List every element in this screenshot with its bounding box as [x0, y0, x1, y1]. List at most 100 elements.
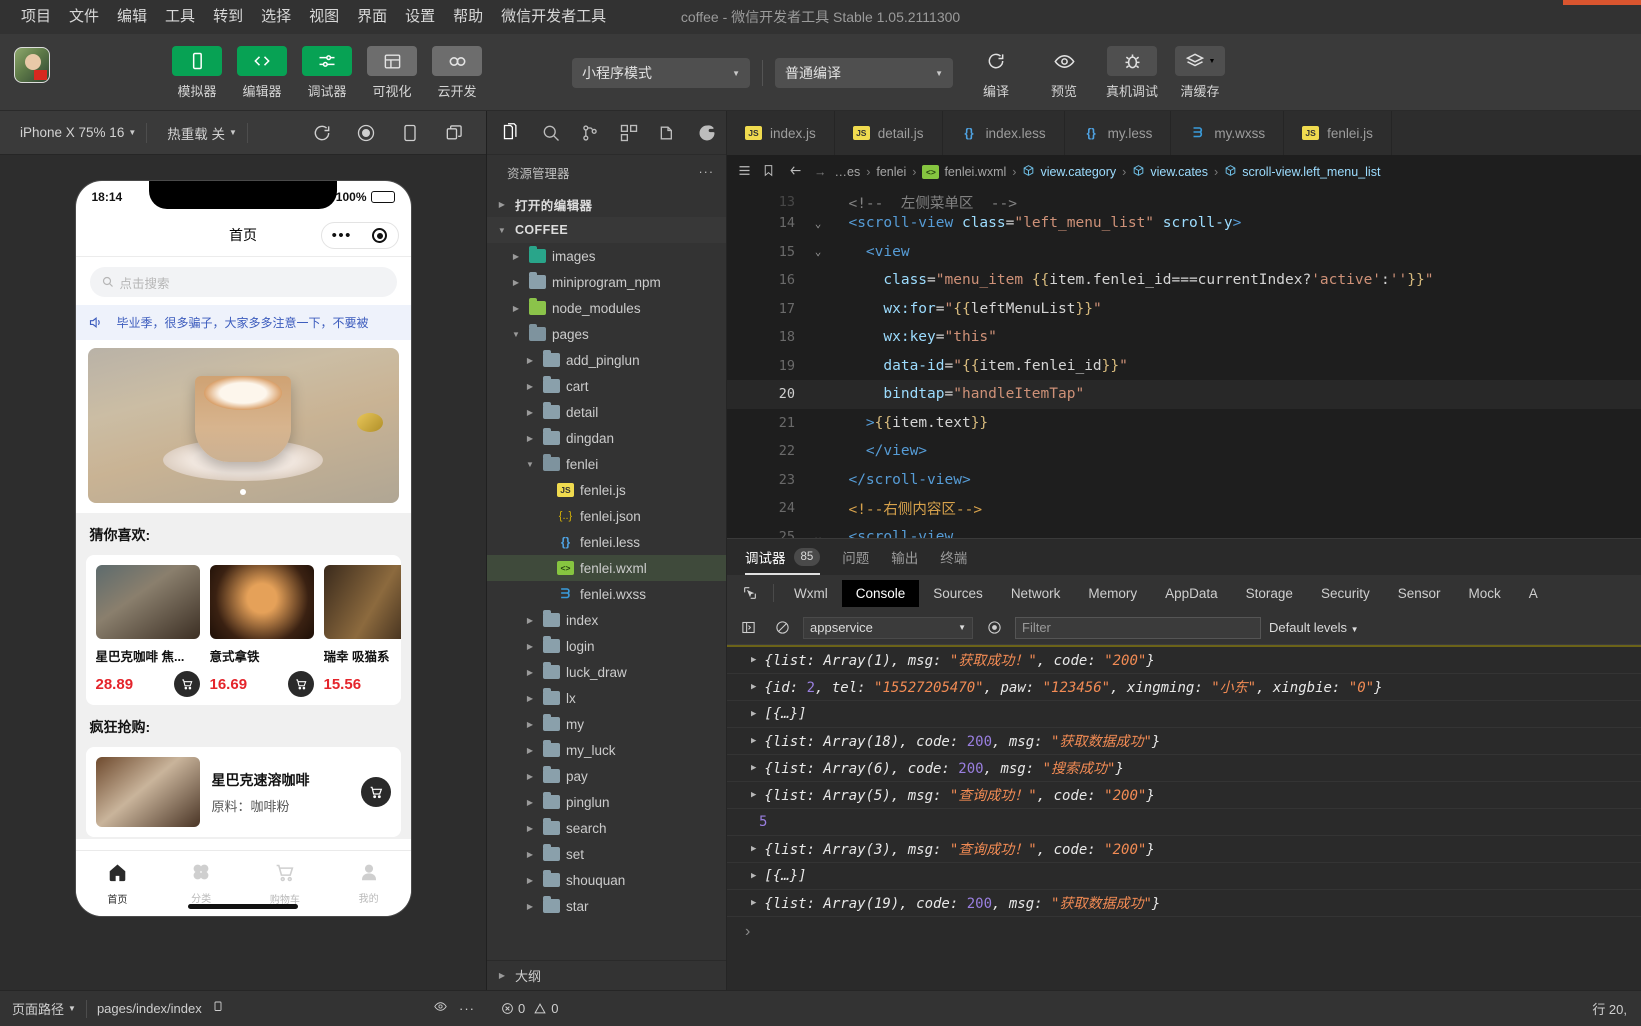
console-row[interactable]: ▶ {list: Array(19), code: 200, msg: "获取数据…: [727, 890, 1641, 917]
warning-count[interactable]: 0: [533, 1001, 558, 1016]
expand-triangle-icon[interactable]: ▶: [751, 655, 756, 665]
phone-notice-bar[interactable]: 毕业季，很多骗子，大家多多注意一下，不要被: [75, 305, 411, 340]
ellipsis-icon[interactable]: ···: [699, 165, 715, 179]
tree-item-fenlei[interactable]: ▼ fenlei: [487, 451, 726, 477]
toolbar-action-清缓存[interactable]: ▼ 清缓存: [1169, 46, 1231, 100]
tree-item-fenlei.js[interactable]: ▶JSfenlei.js: [487, 477, 726, 503]
breadcrumb-item-fenlei[interactable]: fenlei: [876, 165, 906, 179]
tree-item-lx[interactable]: ▶ lx: [487, 685, 726, 711]
devtools-tab-Security[interactable]: Security: [1307, 580, 1384, 607]
console-row[interactable]: ▶ {id: 2, tel: "15527205470", paw: "12345…: [727, 674, 1641, 701]
expand-triangle-icon[interactable]: ▶: [751, 736, 756, 746]
tree-item-fenlei.json[interactable]: ▶{..}fenlei.json: [487, 503, 726, 529]
tree-item-index[interactable]: ▶ index: [487, 607, 726, 633]
tree-item-pinglun[interactable]: ▶ pinglun: [487, 789, 726, 815]
sim-device-icon[interactable]: [388, 123, 432, 143]
devtools-tab-Wxml[interactable]: Wxml: [780, 580, 842, 607]
tree-item-pay[interactable]: ▶ pay: [487, 763, 726, 789]
error-count[interactable]: 0: [501, 1001, 525, 1016]
bookmark-icon[interactable]: [762, 163, 775, 181]
tree-section-project[interactable]: ▼ COFFEE: [487, 217, 726, 243]
console-prompt[interactable]: ›: [727, 917, 1641, 947]
expand-triangle-icon[interactable]: ▶: [751, 763, 756, 773]
console-sidebar-icon[interactable]: [735, 620, 761, 635]
breadcrumb-item-scroll-view.left_menu_list[interactable]: scroll-view.left_menu_list: [1224, 164, 1380, 180]
console-row[interactable]: ▶ [{…}]: [727, 863, 1641, 890]
editor-tab-index.less[interactable]: {} index.less: [942, 111, 1065, 155]
compile-select[interactable]: 普通编译 ▼: [775, 58, 953, 88]
console-row[interactable]: ▶ {list: Array(1), msg: "获取成功！", code: "2…: [727, 647, 1641, 674]
plugin-icon[interactable]: [689, 114, 726, 152]
tree-item-add_pinglun[interactable]: ▶ add_pinglun: [487, 347, 726, 373]
tree-item-images[interactable]: ▶ images: [487, 243, 726, 269]
tree-item-login[interactable]: ▶ login: [487, 633, 726, 659]
toolbar-button-编辑器[interactable]: 编辑器: [233, 34, 291, 100]
breadcrumb-item-fenlei.wxml[interactable]: <> fenlei.wxml: [922, 165, 1006, 179]
breadcrumb-item-view.category[interactable]: view.category: [1022, 164, 1116, 180]
product-card[interactable]: 星巴克咖啡 焦... 28.89: [95, 565, 200, 697]
tree-item-my[interactable]: ▶ my: [487, 711, 726, 737]
devtools-tab-Sources[interactable]: Sources: [919, 580, 997, 607]
page-path-label[interactable]: 页面路径: [12, 999, 64, 1018]
debug-panel-输出[interactable]: 输出: [891, 539, 918, 575]
code-editor[interactable]: 13 <!-- 左侧菜单区 --> 14 ⌄ <scroll-view class=…: [727, 189, 1641, 538]
editor-tab-my.wxss[interactable]: ᗱ my.wxss: [1171, 111, 1285, 155]
toolbar-button-模拟器[interactable]: 模拟器: [168, 34, 226, 100]
files-icon[interactable]: [493, 114, 530, 152]
tree-item-shouquan[interactable]: ▶ shouquan: [487, 867, 726, 893]
tree-item-dingdan[interactable]: ▶ dingdan: [487, 425, 726, 451]
flash-sale-item[interactable]: 星巴克速溶咖啡 原料：咖啡粉: [85, 747, 401, 837]
phone-search-input[interactable]: 点击搜索: [89, 267, 397, 297]
search-icon[interactable]: [532, 114, 569, 152]
add-to-cart-button[interactable]: [173, 671, 200, 697]
tree-item-luck_draw[interactable]: ▶ luck_draw: [487, 659, 726, 685]
window-controls[interactable]: [1563, 0, 1641, 5]
product-card[interactable]: 意式拿铁 16.69: [209, 565, 314, 697]
console-filter-input[interactable]: Filter: [1015, 616, 1261, 639]
menu-item-8[interactable]: 设置: [396, 0, 444, 34]
menu-item-7[interactable]: 界面: [348, 0, 396, 34]
debug-panel-问题[interactable]: 问题: [842, 539, 869, 575]
toolbar-button-调试器[interactable]: 调试器: [298, 34, 356, 100]
menu-item-0[interactable]: 项目: [12, 0, 60, 34]
product-card[interactable]: 瑞幸 吸猫系 15.56: [323, 565, 401, 697]
cursor-position[interactable]: 行 20,: [1592, 999, 1627, 1018]
phone-tab-分类[interactable]: 分类: [159, 862, 243, 905]
menu-item-9[interactable]: 帮助: [444, 0, 492, 34]
hot-reload-select[interactable]: 热重载 关: [157, 123, 235, 143]
menu-item-2[interactable]: 编辑: [108, 0, 156, 34]
tree-item-node_modules[interactable]: ▶ node_modules: [487, 295, 726, 321]
breadcrumb-item-…es[interactable]: …es: [835, 165, 861, 179]
tree-item-search[interactable]: ▶ search: [487, 815, 726, 841]
status-more-icon[interactable]: ···: [459, 1001, 475, 1016]
expand-triangle-icon[interactable]: ▶: [751, 709, 756, 719]
menu-item-6[interactable]: 视图: [300, 0, 348, 34]
debug-icon[interactable]: [650, 114, 687, 152]
expand-triangle-icon[interactable]: ▶: [751, 898, 756, 908]
editor-tab-detail.js[interactable]: JS detail.js: [834, 111, 943, 155]
tree-item-miniprogram_npm[interactable]: ▶ miniprogram_npm: [487, 269, 726, 295]
devtools-tab-Console[interactable]: Console: [841, 579, 920, 607]
phone-tab-我的[interactable]: 我的: [327, 862, 411, 905]
sim-record-icon[interactable]: [344, 123, 388, 143]
devtools-tab-Sensor[interactable]: Sensor: [1384, 580, 1455, 607]
forward-icon[interactable]: →: [814, 165, 827, 179]
add-to-cart-button[interactable]: [360, 777, 391, 807]
toolbar-action-预览[interactable]: 预览: [1033, 46, 1095, 100]
tree-item-pages[interactable]: ▼ pages: [487, 321, 726, 347]
menu-item-10[interactable]: 微信开发者工具: [492, 0, 615, 34]
console-levels-select[interactable]: Default levels ▼: [1269, 620, 1359, 635]
editor-tab-fenlei.js[interactable]: JS fenlei.js: [1284, 111, 1392, 155]
menu-item-1[interactable]: 文件: [60, 0, 108, 34]
console-row[interactable]: ▶ {list: Array(6), code: 200, msg: "搜索成功"…: [727, 755, 1641, 782]
console-row[interactable]: ▶ {list: Array(18), code: 200, msg: "获取数据…: [727, 728, 1641, 755]
expand-triangle-icon[interactable]: ▶: [751, 844, 756, 854]
tree-item-fenlei.wxml[interactable]: ▶<>fenlei.wxml: [487, 555, 726, 581]
console-output[interactable]: ▶ {list: Array(1), msg: "获取成功！", code: "2…: [727, 645, 1641, 990]
copy-path-icon[interactable]: [212, 999, 224, 1018]
debug-panel-终端[interactable]: 终端: [940, 539, 967, 575]
menu-item-5[interactable]: 选择: [252, 0, 300, 34]
breadcrumb-item-view.cates[interactable]: view.cates: [1132, 164, 1208, 180]
menu-item-3[interactable]: 工具: [156, 0, 204, 34]
devtools-tab-Mock[interactable]: Mock: [1455, 580, 1515, 607]
